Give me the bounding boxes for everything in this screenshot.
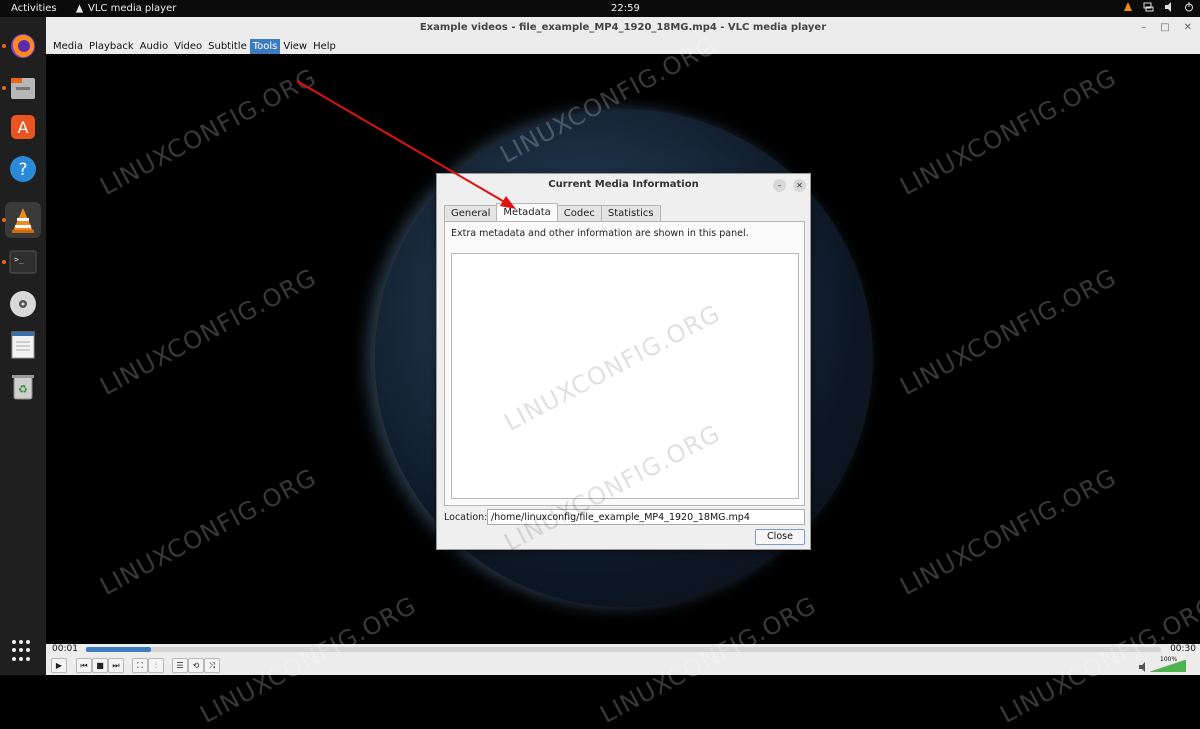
- menu-tools[interactable]: Tools: [249, 39, 281, 54]
- svg-text:♻: ♻: [18, 383, 28, 396]
- svg-text:?: ?: [18, 160, 27, 180]
- close-button[interactable]: Close: [755, 529, 805, 545]
- seek-progress: [86, 647, 151, 652]
- help-icon[interactable]: ?: [5, 151, 41, 187]
- loop-button[interactable]: ⟲: [188, 658, 204, 673]
- vlc-icon[interactable]: [5, 202, 41, 238]
- playlist-button[interactable]: ☰: [172, 658, 188, 673]
- network-icon: [1143, 2, 1154, 12]
- shuffle-button[interactable]: ⤨: [204, 658, 220, 673]
- svg-text:>_: >_: [14, 255, 24, 264]
- tab-statistics[interactable]: Statistics: [600, 205, 661, 221]
- files-icon[interactable]: [5, 70, 41, 106]
- next-button[interactable]: ⏭: [108, 658, 124, 673]
- disc-icon[interactable]: [5, 286, 41, 322]
- menu-video[interactable]: Video: [171, 39, 205, 54]
- clock[interactable]: 22:59: [611, 3, 640, 14]
- app-center-icon[interactable]: A: [5, 109, 41, 145]
- menu-audio[interactable]: Audio: [137, 39, 171, 54]
- dialog-title[interactable]: Current Media Information: [437, 174, 810, 196]
- dialog-close-icon[interactable]: ✕: [793, 179, 806, 192]
- total-time: 00:30: [1170, 644, 1196, 654]
- power-icon: [1185, 2, 1193, 12]
- window-titlebar[interactable]: Example videos - file_example_MP4_1920_1…: [46, 17, 1200, 39]
- media-information-dialog: Current Media Information – ✕ General Me…: [436, 173, 811, 557]
- window-title: Example videos - file_example_MP4_1920_1…: [419, 22, 827, 33]
- tab-metadata[interactable]: Metadata: [496, 203, 558, 221]
- vlc-cone-icon: [75, 4, 84, 13]
- maximize-icon[interactable]: □: [1160, 17, 1169, 39]
- gnome-top-bar: Activities VLC media player 22:59: [0, 0, 1200, 17]
- volume-control[interactable]: 100%: [1138, 656, 1186, 672]
- panel-description: Extra metadata and other information are…: [451, 228, 749, 239]
- running-indicator: [2, 218, 6, 222]
- seek-slider[interactable]: [86, 647, 1161, 652]
- menu-playback[interactable]: Playback: [86, 39, 137, 54]
- running-indicator: [2, 44, 6, 48]
- play-button[interactable]: ▶: [51, 658, 67, 673]
- speaker-icon: [1139, 662, 1145, 672]
- extended-settings-button[interactable]: ⫶: [148, 658, 164, 673]
- metadata-list[interactable]: [451, 253, 799, 499]
- volume-icon: [1165, 2, 1171, 12]
- previous-button[interactable]: ⏮: [76, 658, 92, 673]
- app-menu[interactable]: VLC media player: [75, 3, 176, 14]
- dialog-tabs: General Metadata Codec Statistics: [444, 203, 661, 221]
- running-indicator: [2, 260, 6, 264]
- text-editor-icon[interactable]: [5, 327, 41, 363]
- system-tray[interactable]: [1123, 2, 1194, 12]
- vlc-tray-icon: [1124, 2, 1132, 11]
- menu-media[interactable]: Media: [50, 39, 86, 54]
- menu-view[interactable]: View: [280, 39, 310, 54]
- tab-general[interactable]: General: [444, 205, 498, 221]
- dialog-minimize-icon[interactable]: –: [773, 179, 786, 192]
- volume-slider[interactable]: [1150, 660, 1186, 672]
- close-window-icon[interactable]: ✕: [1184, 17, 1192, 39]
- location-field[interactable]: [487, 509, 805, 525]
- dock: A ? >_ ♻: [0, 17, 46, 675]
- menu-help[interactable]: Help: [310, 39, 339, 54]
- fullscreen-button[interactable]: ⛶: [132, 658, 148, 673]
- trash-icon[interactable]: ♻: [5, 369, 41, 405]
- svg-text:A: A: [18, 118, 29, 137]
- menu-bar: Media Playback Audio Video Subtitle Tool…: [46, 39, 1200, 54]
- terminal-icon[interactable]: >_: [5, 244, 41, 280]
- running-indicator: [2, 86, 6, 90]
- firefox-icon[interactable]: [5, 28, 41, 64]
- show-apps-icon[interactable]: [12, 640, 34, 662]
- location-label: Location:: [444, 512, 488, 523]
- metadata-panel: Extra metadata and other information are…: [444, 221, 805, 506]
- app-menu-label: VLC media player: [88, 3, 177, 14]
- stop-button[interactable]: ■: [92, 658, 108, 673]
- activities-button[interactable]: Activities: [11, 3, 57, 14]
- tab-codec[interactable]: Codec: [556, 205, 602, 221]
- elapsed-time: 00:01: [52, 644, 78, 654]
- playback-controls: ▶ ⏮ ■ ⏭ ⛶ ⫶ ☰ ⟲ ⤨ 100%: [46, 656, 1200, 675]
- menu-subtitle[interactable]: Subtitle: [205, 39, 250, 54]
- seek-bar-row: 00:01 00:30: [46, 644, 1200, 656]
- minimize-icon[interactable]: –: [1141, 17, 1146, 39]
